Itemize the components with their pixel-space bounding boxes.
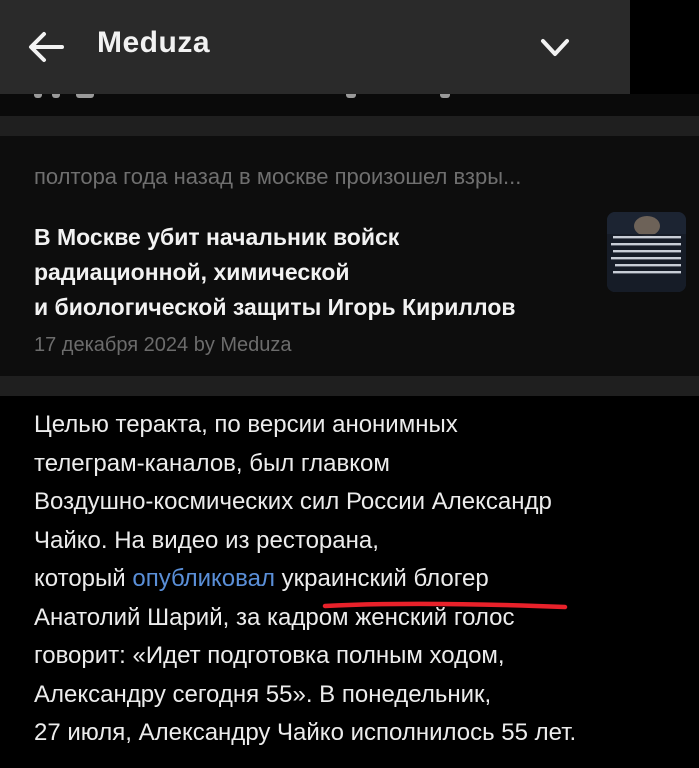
divider — [0, 116, 699, 136]
body-line: Воздушно-космических сил России Александ… — [34, 488, 552, 515]
body-line-with-link: который опубликовал украинский блогер — [34, 560, 684, 599]
body-line: 27 июля, Александру Чайко исполнилось 55… — [34, 719, 577, 746]
body-line: говорит: «Идет подготовка полным ходом, — [34, 642, 505, 669]
article-meta: 17 декабря 2024 by Meduza — [34, 334, 292, 356]
article-title-line: и биологической защиты Игорь Кириллов — [34, 294, 516, 320]
article-snippet: полтора года назад в москве произошел вз… — [34, 164, 522, 189]
collapse-button[interactable] — [530, 26, 580, 70]
body-text: украинский блогер — [274, 565, 489, 592]
chevron-down-icon — [541, 39, 569, 56]
article-preview-card[interactable]: полтора года назад в москве произошел вз… — [0, 136, 699, 376]
app-bar-menu-area — [630, 0, 699, 94]
published-link[interactable]: опубликовал — [132, 565, 275, 592]
body-line: Александру сегодня 55». В понедельник, — [34, 680, 492, 708]
body-line: Чайко. На видео из ресторана, — [34, 526, 379, 554]
screen: Meduza полтора года назад в москве произ… — [0, 0, 699, 768]
clipped-text-line — [0, 94, 699, 116]
article-title: В Москве убит начальник войск радиационн… — [34, 220, 574, 325]
article-thumbnail — [607, 212, 686, 292]
article-title-line: радиационной, химической — [34, 259, 350, 285]
app-bar: Meduza — [0, 0, 630, 94]
article-body-paragraph: Целью теракта, по версии анонимных телег… — [34, 406, 684, 753]
body-line: Целью теракта, по версии анонимных — [34, 411, 458, 438]
arrow-left-icon — [29, 32, 64, 62]
body-line: телеграм-каналов, был главком — [34, 449, 390, 477]
back-button[interactable] — [22, 24, 70, 70]
article-title-line: В Москве убит начальник войск — [34, 224, 400, 250]
red-underline-annotation — [322, 601, 568, 610]
app-title: Meduza — [97, 26, 211, 59]
divider — [0, 376, 699, 396]
body-text: который — [34, 565, 133, 592]
thumbnail-image — [607, 212, 686, 292]
